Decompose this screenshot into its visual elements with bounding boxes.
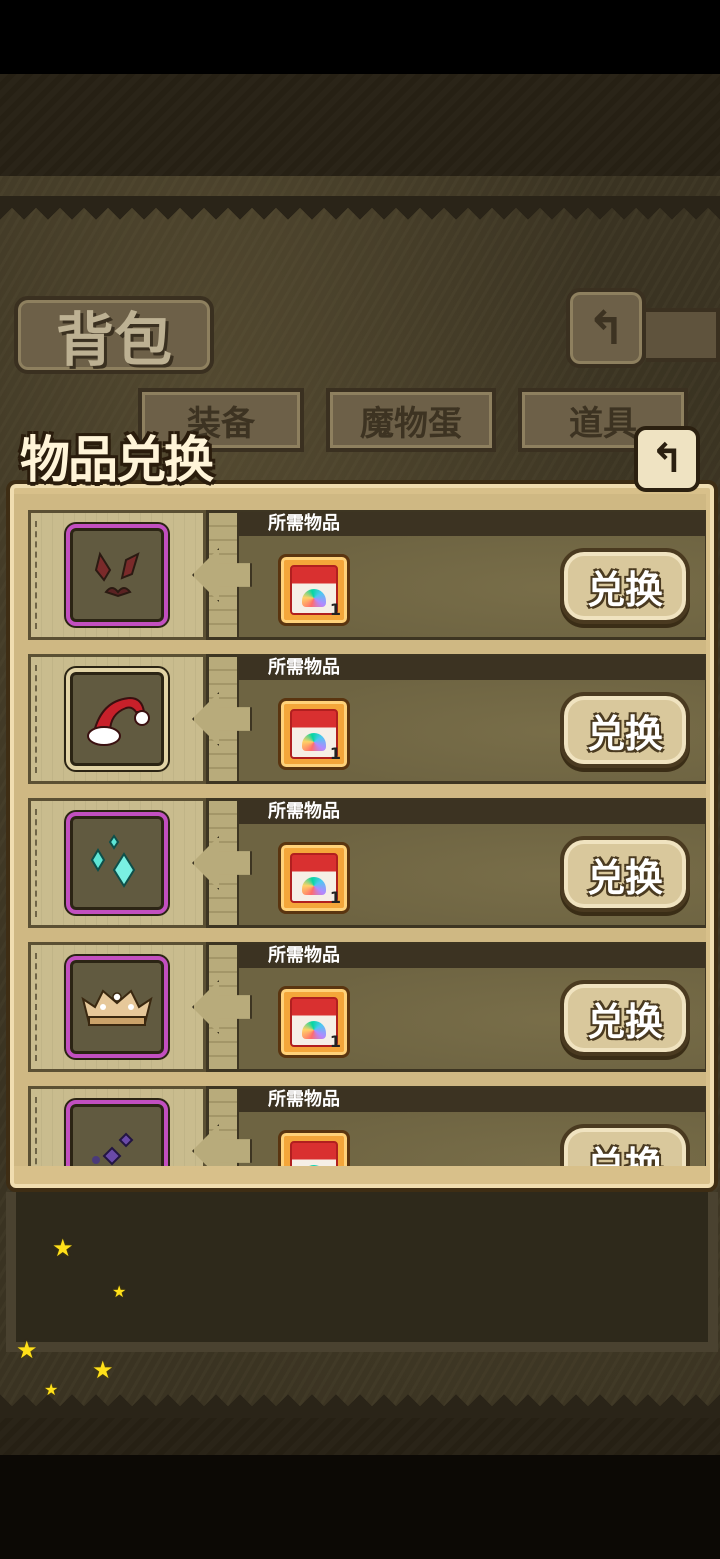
- exchange-button[interactable]: 兑换: [560, 980, 690, 1056]
- bag-back-button[interactable]: ↰: [566, 288, 646, 368]
- required-item[interactable]: 1: [278, 842, 350, 914]
- exchange-button[interactable]: 兑换: [560, 548, 690, 624]
- back-arrow-icon: ↰: [586, 301, 626, 355]
- exchange-panel-footer: [6, 1192, 718, 1352]
- star-icon: ★: [52, 1234, 74, 1262]
- exchange-row: 所需物品 1 兑换: [28, 942, 706, 1072]
- crown-icon: [81, 989, 153, 1026]
- star-icon: ★: [112, 1282, 127, 1301]
- required-quantity: 1: [329, 600, 341, 619]
- tab-label: 魔物蛋: [360, 403, 462, 444]
- required-items-label: 所需物品: [238, 1088, 706, 1112]
- bottom-bar-area: [0, 1455, 720, 1559]
- bag-header-bar: [646, 308, 720, 362]
- exchange-title: 物品兑换: [20, 430, 214, 489]
- exchange-list[interactable]: 所需物品 1 兑换 所需物品 1 兑换 所需物品 1 兑换 所需物品 1 兑换 …: [14, 494, 706, 1166]
- santa-hat-icon: [87, 696, 150, 746]
- exchange-button[interactable]: 兑换: [560, 1124, 690, 1166]
- back-arrow-icon: ↰: [650, 436, 684, 482]
- bat-wings-icon: [94, 551, 140, 598]
- reward-item[interactable]: [66, 524, 168, 626]
- reward-item[interactable]: [66, 1100, 168, 1166]
- star-icon: ★: [44, 1380, 59, 1399]
- crystal-shards-icon: [90, 834, 136, 888]
- required-quantity: 1: [329, 744, 341, 763]
- tab-monster-eggs[interactable]: 魔物蛋: [326, 388, 496, 452]
- exchange-row: 所需物品 1 兑换: [28, 654, 706, 784]
- tab-label: 道具: [569, 403, 637, 444]
- reward-item[interactable]: [66, 812, 168, 914]
- exchange-row: 所需物品 1 兑换: [28, 510, 706, 640]
- zigzag-border-top: [0, 196, 720, 220]
- required-item[interactable]: 1: [278, 1130, 350, 1166]
- purple-gems-icon: [92, 1132, 134, 1166]
- exchange-row: 所需物品 1 兑换: [28, 1086, 706, 1166]
- required-quantity: 1: [329, 888, 341, 907]
- exchange-back-button[interactable]: ↰: [634, 426, 700, 492]
- exchange-button[interactable]: 兑换: [560, 836, 690, 912]
- required-items-label: 所需物品: [238, 512, 706, 536]
- exchange-row: 所需物品 1 兑换: [28, 798, 706, 928]
- star-icon: ★: [92, 1356, 114, 1384]
- required-items-label: 所需物品: [238, 800, 706, 824]
- exchange-button[interactable]: 兑换: [560, 692, 690, 768]
- required-item[interactable]: 1: [278, 986, 350, 1058]
- star-icon: ★: [16, 1336, 38, 1364]
- required-item[interactable]: 1: [278, 698, 350, 770]
- bag-title: 背包: [14, 296, 214, 374]
- zigzag-border-bottom: [0, 1394, 720, 1418]
- required-items-label: 所需物品: [238, 944, 706, 968]
- required-quantity: 1: [329, 1032, 341, 1051]
- required-item[interactable]: 1: [278, 554, 350, 626]
- status-bar-area: [0, 0, 720, 74]
- required-items-label: 所需物品: [238, 656, 706, 680]
- reward-item[interactable]: [66, 956, 168, 1058]
- reward-item[interactable]: [66, 668, 168, 770]
- lucky-box-icon: [290, 1141, 338, 1166]
